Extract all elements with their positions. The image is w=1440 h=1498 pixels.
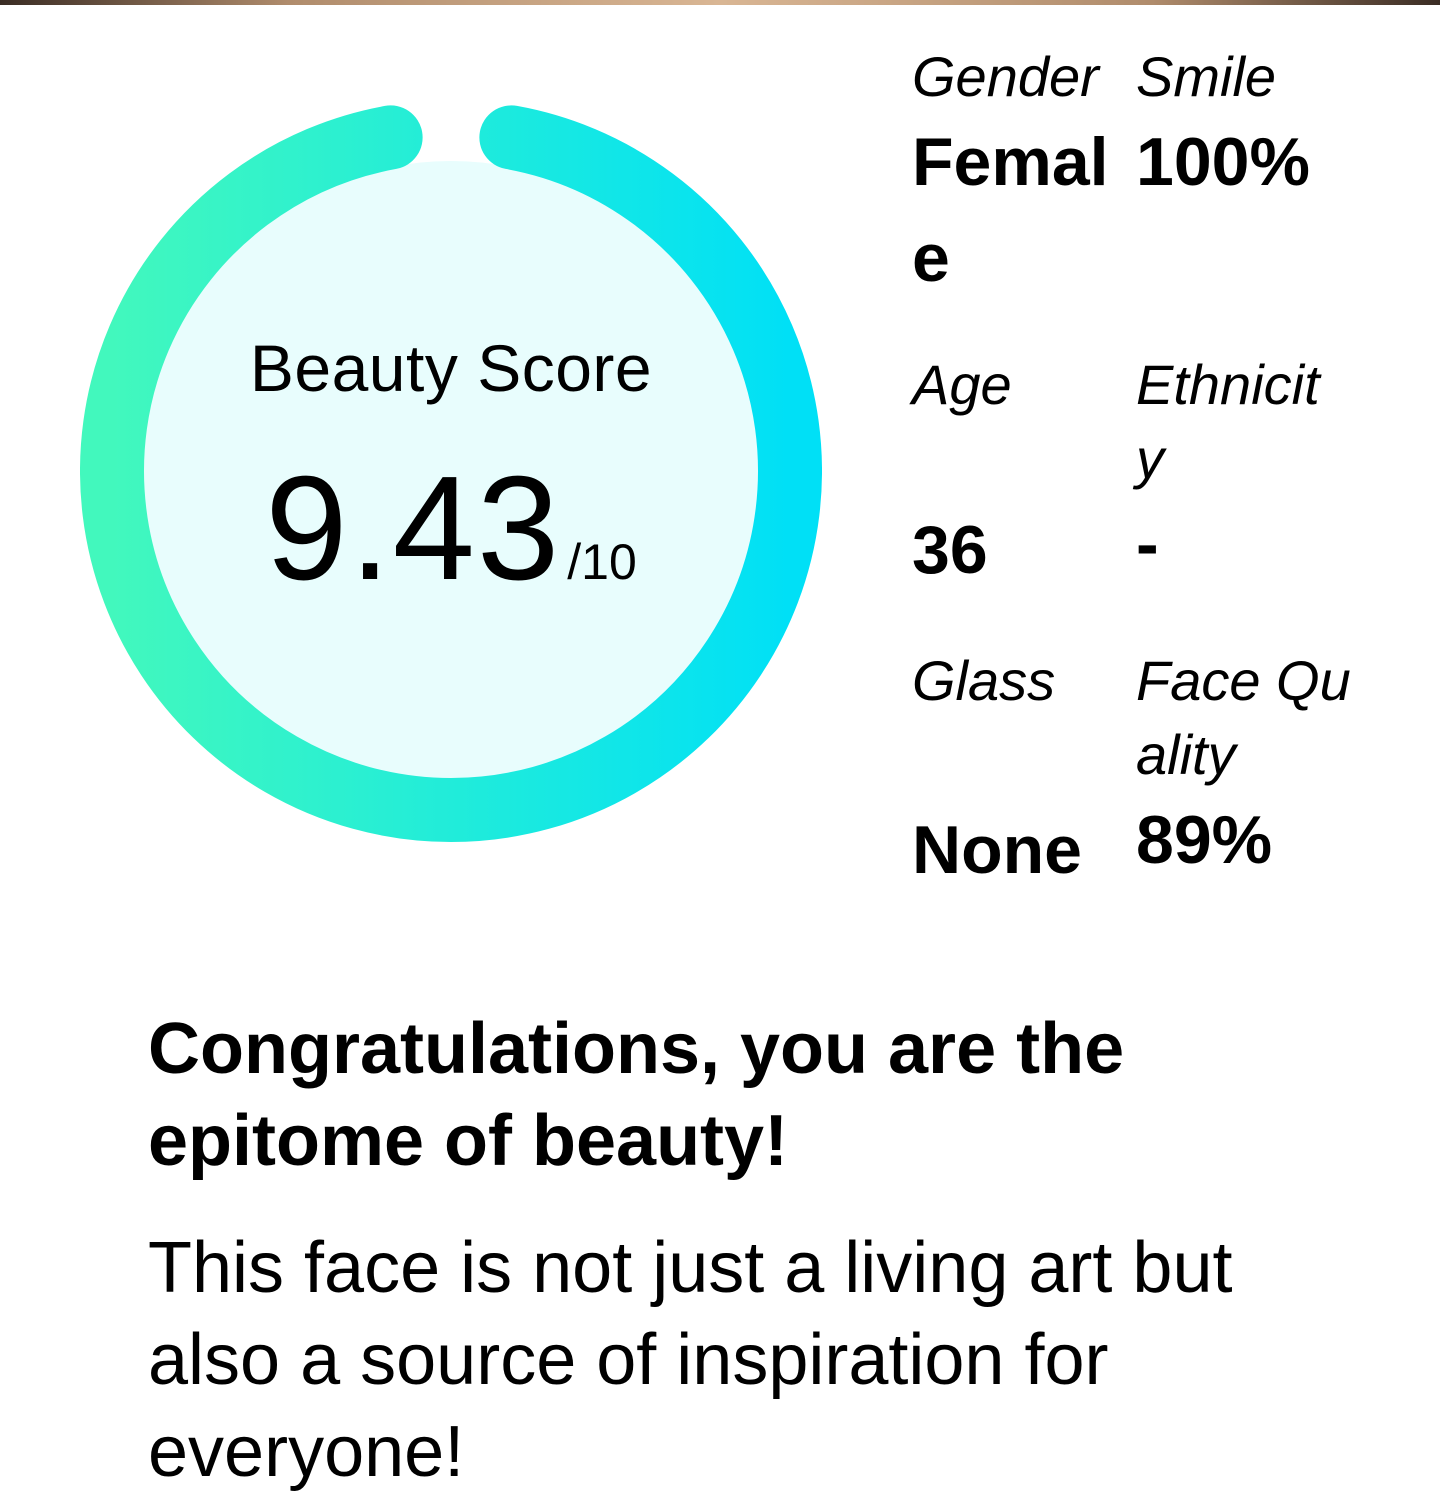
attribute-label: Gender [912,45,1099,108]
beauty-score-label: Beauty Score [249,331,653,405]
attribute-value: 100% [1136,124,1310,200]
attribute-ethnicity: Ethnicity - [1136,348,1366,592]
beauty-score-max: /10 [567,534,637,590]
result-description: This face is not just a living art but a… [148,1228,1233,1492]
beauty-score-value: 9.43 [265,446,562,611]
attribute-age: Age 36 [912,348,1134,598]
attribute-label: Glass [912,649,1056,712]
attribute-label: Smile [1136,45,1277,108]
attribute-face-quality: Face Quality 89% [1136,644,1366,888]
attribute-smile: Smile 100% [1136,40,1366,210]
attribute-gender: Gender Female [912,40,1134,306]
result-headline: Congratulations, you are the epitome of … [148,1009,1125,1181]
attribute-label: Age [912,353,1012,416]
attribute-value: None [912,812,1082,888]
photo-preview-edge [0,0,1440,5]
attribute-value: 36 [912,512,988,588]
attribute-glass: Glass None [912,644,1134,898]
attribute-label: Ethnicity [1136,353,1320,490]
attribute-label: Face Quality [1136,649,1351,786]
attribute-value: 89% [1136,802,1273,878]
beauty-score-readout: 9.43/10 [80,455,822,603]
attribute-value: - [1136,506,1159,582]
attribute-value: Female [912,124,1109,296]
